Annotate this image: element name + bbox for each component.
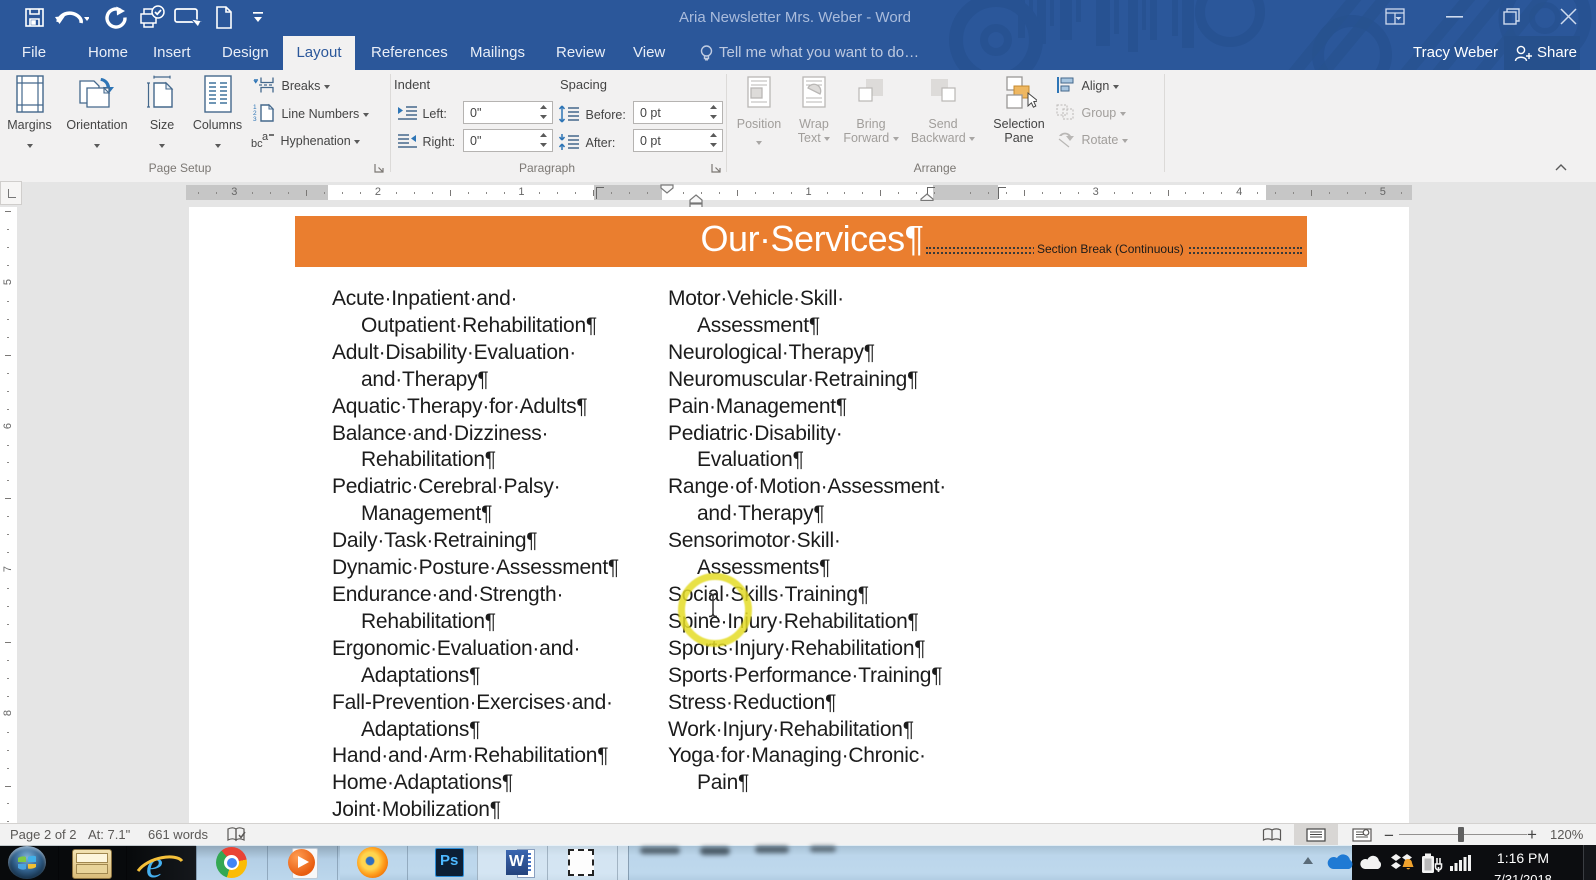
svg-text:a: a [262, 131, 269, 143]
svg-text:3: 3 [253, 116, 257, 123]
